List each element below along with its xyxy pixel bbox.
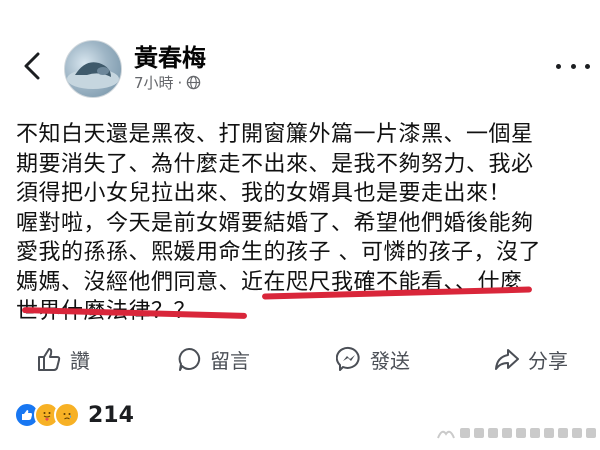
more-options-button[interactable] — [556, 56, 590, 76]
like-label: 讚 — [70, 348, 90, 373]
globe-icon — [187, 75, 201, 90]
reaction-icons — [14, 402, 80, 428]
meta-separator: · — [177, 73, 183, 92]
chevron-left-icon — [24, 52, 40, 80]
more-dot-icon — [570, 63, 576, 69]
more-dot-icon — [556, 63, 561, 69]
post-action-bar: 讚 留言 發送 分享 — [0, 336, 600, 382]
send-label: 發送 — [370, 348, 410, 373]
share-button[interactable]: 分享 — [494, 344, 568, 374]
messenger-icon — [336, 346, 360, 371]
send-button[interactable]: 發送 — [336, 344, 410, 374]
sad-reaction-icon — [54, 402, 80, 428]
comment-button[interactable]: 留言 — [176, 344, 250, 374]
post-meta: 7小時 · — [134, 72, 201, 93]
thumbs-up-icon — [38, 348, 61, 371]
watermark-logo-icon — [437, 430, 455, 439]
comment-label: 留言 — [210, 348, 250, 373]
share-arrow-icon — [495, 349, 519, 370]
reactions-summary[interactable]: 214 — [14, 402, 134, 428]
comment-icon — [178, 347, 201, 371]
like-button[interactable]: 讚 — [36, 344, 90, 374]
back-button[interactable] — [14, 46, 50, 86]
post-time[interactable]: 7小時 — [134, 72, 174, 93]
more-dot-icon — [585, 63, 590, 69]
watermark — [436, 426, 596, 440]
reaction-count: 214 — [88, 402, 134, 428]
avatar-image — [67, 62, 119, 89]
author-name[interactable]: 黃春梅 — [134, 38, 206, 73]
avatar[interactable] — [64, 40, 122, 98]
share-label: 分享 — [528, 348, 568, 373]
